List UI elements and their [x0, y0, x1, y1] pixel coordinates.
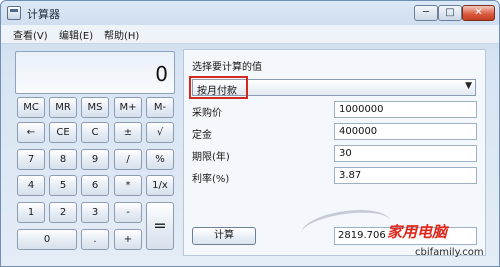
close-icon: ✕: [474, 7, 483, 18]
key-label: ±: [123, 127, 133, 138]
watermark-logo: 家用电脑: [387, 223, 448, 241]
digit-4-button[interactable]: 4: [17, 175, 45, 196]
backspace-button[interactable]: ←: [17, 122, 45, 143]
calculator-window: 计算器 ─ □ ✕ 查看(V) 编辑(E) 帮助(H) 0 MC MR MS M+ M-…: [0, 0, 500, 267]
key-label: 2: [59, 207, 67, 218]
key-label: M+: [119, 102, 137, 113]
calculate-button[interactable]: 计算: [192, 227, 256, 245]
key-label: M-: [153, 102, 167, 113]
title-bar[interactable]: 计算器 ─ □ ✕: [1, 1, 499, 25]
watermark-url: cbifamily.com: [415, 247, 484, 258]
maximize-button[interactable]: □: [438, 5, 462, 21]
digit-1-button[interactable]: 1: [17, 202, 45, 223]
negate-button[interactable]: ±: [114, 122, 142, 143]
close-button[interactable]: ✕: [462, 5, 495, 21]
key-label: -: [126, 207, 130, 218]
menu-view[interactable]: 查看(V): [13, 27, 48, 42]
purchase-price-field[interactable]: 1000000: [334, 101, 477, 118]
menu-edit[interactable]: 编辑(E): [59, 27, 93, 42]
key-label: 1/x: [152, 180, 168, 191]
key-label: MS: [87, 102, 103, 113]
digit-8-button[interactable]: 8: [49, 149, 77, 170]
sqrt-button[interactable]: √: [146, 122, 174, 143]
memory-recall-button[interactable]: MR: [49, 97, 77, 118]
add-button[interactable]: +: [114, 229, 142, 250]
chevron-down-icon: ▼: [465, 81, 472, 91]
highlight-box: [189, 76, 248, 99]
key-label: MC: [23, 102, 39, 113]
key-label: CE: [56, 127, 70, 138]
memory-add-button[interactable]: M+: [114, 97, 142, 118]
divide-button[interactable]: /: [114, 149, 142, 170]
key-label: C: [91, 127, 99, 138]
interest-rate-field[interactable]: 3.87: [334, 167, 477, 184]
key-label: +: [123, 234, 133, 245]
digit-7-button[interactable]: 7: [17, 149, 45, 170]
key-label: 1: [27, 207, 35, 218]
memory-store-button[interactable]: MS: [81, 97, 109, 118]
percent-button[interactable]: %: [146, 149, 174, 170]
down-payment-label: 定金: [192, 130, 212, 141]
clear-button[interactable]: C: [81, 122, 109, 143]
memory-subtract-button[interactable]: M-: [146, 97, 174, 118]
digit-0-button[interactable]: 0: [17, 229, 77, 250]
key-label: 5: [59, 180, 67, 191]
maximize-icon: □: [445, 7, 455, 18]
minimize-icon: ─: [422, 7, 430, 18]
key-label: MR: [55, 102, 71, 113]
subtract-button[interactable]: -: [114, 202, 142, 223]
term-field[interactable]: 30: [334, 145, 477, 162]
key-label: 3: [91, 207, 99, 218]
interest-rate-label: 利率(%): [192, 174, 230, 185]
key-label: *: [125, 180, 131, 191]
key-label: 4: [27, 180, 35, 191]
digit-5-button[interactable]: 5: [49, 175, 77, 196]
key-label: 6: [91, 180, 99, 191]
panel-title: 选择要计算的值: [192, 62, 262, 73]
menu-bar: 查看(V) 编辑(E) 帮助(H): [1, 25, 499, 44]
term-label: 期限(年): [192, 152, 230, 163]
digit-9-button[interactable]: 9: [81, 149, 109, 170]
window-title: 计算器: [27, 8, 60, 21]
decimal-button[interactable]: .: [81, 229, 109, 250]
key-label: 8: [59, 154, 67, 165]
digit-6-button[interactable]: 6: [81, 175, 109, 196]
memory-clear-button[interactable]: MC: [17, 97, 45, 118]
key-label: ←: [26, 127, 36, 138]
reciprocal-button[interactable]: 1/x: [146, 175, 174, 196]
key-label: .: [93, 234, 97, 245]
key-label: %: [155, 154, 165, 165]
clear-entry-button[interactable]: CE: [49, 122, 77, 143]
calculator-display: 0: [15, 51, 175, 94]
down-payment-field[interactable]: 400000: [334, 123, 477, 140]
key-label: √: [156, 127, 164, 138]
equals-button[interactable]: =: [146, 202, 174, 250]
minimize-button[interactable]: ─: [414, 5, 438, 21]
display-value: 0: [155, 62, 168, 86]
digit-3-button[interactable]: 3: [81, 202, 109, 223]
key-label: /: [126, 154, 130, 165]
digit-2-button[interactable]: 2: [49, 202, 77, 223]
purchase-price-label: 采购价: [192, 108, 222, 119]
key-label: 9: [91, 154, 99, 165]
key-label: 0: [43, 234, 51, 245]
multiply-button[interactable]: *: [114, 175, 142, 196]
calculator-icon: [7, 6, 21, 20]
key-label: 7: [27, 154, 35, 165]
key-label: =: [153, 216, 167, 235]
menu-help[interactable]: 帮助(H): [104, 27, 139, 42]
